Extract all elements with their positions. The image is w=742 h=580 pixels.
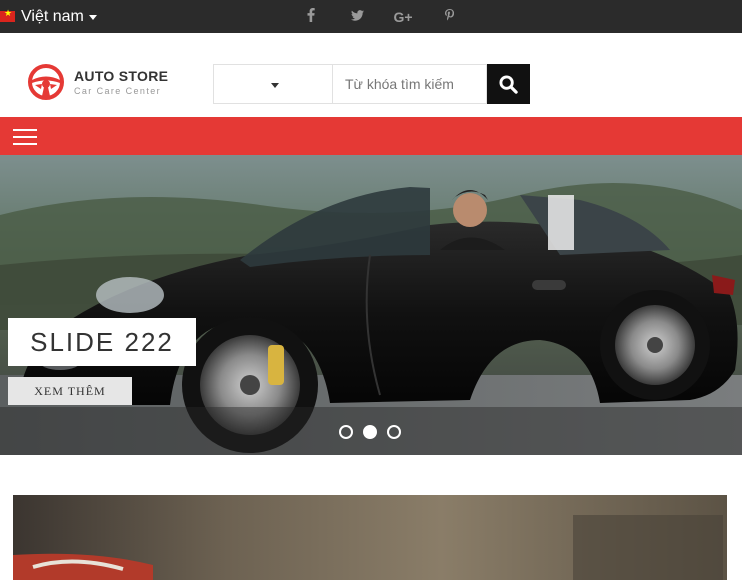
social-links: G+	[297, 0, 481, 33]
twitter-icon[interactable]	[343, 9, 371, 24]
top-bar: Việt nam G+	[0, 0, 742, 33]
site-header: AUTO STORE Car Care Center	[0, 33, 742, 117]
pinterest-icon[interactable]	[435, 9, 463, 24]
search-bar	[213, 64, 530, 104]
language-label: Việt nam	[21, 7, 84, 25]
search-input[interactable]	[333, 64, 487, 104]
vietnam-flag-icon	[0, 8, 15, 22]
logo-subtitle: Car Care Center	[74, 85, 162, 96]
logo-title: AUTO STORE	[74, 67, 169, 84]
banner-photo	[13, 495, 727, 580]
main-nav-bar	[0, 117, 742, 155]
slide-title: SLIDE 222	[8, 318, 196, 366]
promo-banner-image[interactable]	[13, 495, 727, 580]
search-icon	[499, 74, 518, 94]
chevron-down-icon	[88, 15, 97, 20]
search-button[interactable]	[487, 64, 530, 104]
steering-wheel-logo-icon	[27, 63, 65, 101]
view-more-button[interactable]: XEM THÊM	[8, 377, 132, 405]
google-plus-icon[interactable]: G+	[389, 9, 417, 25]
facebook-icon[interactable]	[297, 8, 325, 25]
language-selector[interactable]: Việt nam	[0, 0, 97, 33]
hamburger-menu-icon[interactable]	[13, 129, 37, 145]
slider-dot-1[interactable]	[339, 425, 353, 439]
chevron-down-icon	[271, 83, 279, 88]
search-category-select[interactable]	[213, 64, 333, 104]
slider-dot-2[interactable]	[363, 425, 377, 439]
site-logo[interactable]: AUTO STORE Car Care Center	[27, 63, 168, 101]
slider-dot-3[interactable]	[387, 425, 401, 439]
